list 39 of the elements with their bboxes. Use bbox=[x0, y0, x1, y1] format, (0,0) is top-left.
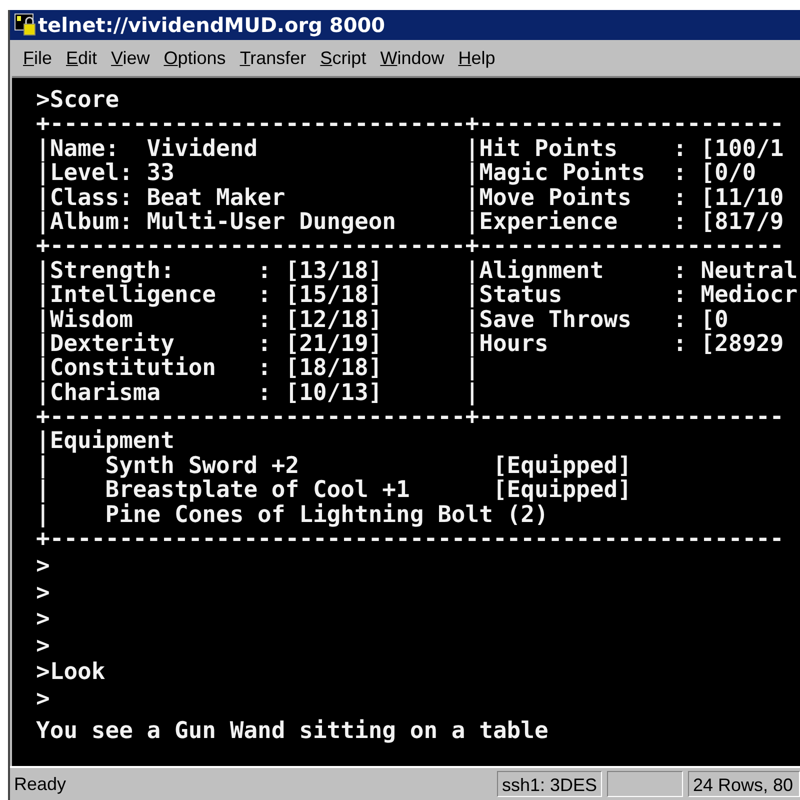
terminal-line: |Strength: : [13/18] |Alignment : Neutral bbox=[36, 258, 799, 284]
menu-item[interactable]: Transfer bbox=[232, 48, 314, 68]
terminal-line: +------------------------------+---------------------- bbox=[36, 405, 785, 430]
terminal-line: | Breastplate of Cool +1 [Equipped] bbox=[36, 478, 632, 503]
terminal-line: > bbox=[36, 632, 51, 660]
menu-item[interactable]: Edit bbox=[59, 48, 104, 68]
terminal-line: > bbox=[36, 553, 51, 580]
terminal-line: >Look bbox=[36, 659, 106, 686]
terminal-lock-icon bbox=[14, 13, 36, 37]
terminal-line: |Wisdom : [12/18] |Save Throws : [0 bbox=[36, 308, 730, 332]
terminal-line: | Synth Sword +2 [Equipped] bbox=[36, 454, 632, 478]
status-message: Ready bbox=[13, 773, 68, 796]
terminal-line: +------------------------------+---------------------- bbox=[36, 234, 785, 259]
menu-item[interactable]: File bbox=[16, 48, 60, 68]
terminal-line: > bbox=[36, 606, 51, 633]
terminal-line: |Dexterity : [21/19] |Hours : [28929 bbox=[36, 332, 785, 356]
terminal-size-status: 24 Rows, 80 bbox=[688, 771, 800, 797]
terminal-line: |Album: Multi-User Dungeon |Experience : [817/9 bbox=[36, 210, 785, 234]
terminal-line: |Class: Beat Maker |Move Points : [11/10 bbox=[36, 186, 785, 210]
menu-item[interactable]: Options bbox=[156, 48, 233, 68]
terminal-line: |Equipment bbox=[36, 429, 176, 454]
terminal-line: |Intelligence : [15/18] |Status : Mediocr bbox=[36, 283, 799, 308]
terminal-line: >Score bbox=[36, 88, 120, 112]
terminal-line: |Level: 33 |Magic Points : [0/0 bbox=[36, 161, 758, 186]
terminal-line: +----------------------------------------------------- bbox=[36, 527, 785, 552]
terminal-line: |Name: Vividend |Hit Points : [100/1 bbox=[36, 136, 785, 162]
menu-item[interactable]: View bbox=[104, 48, 157, 68]
terminal-line: |Constitution : [18/18] | bbox=[36, 356, 480, 381]
terminal-line: +------------------------------+---------------------- bbox=[36, 112, 785, 137]
window-title: telnet://vividendMUD.org 8000 bbox=[38, 13, 386, 37]
terminal-line: |Charisma : [10/13] | bbox=[36, 380, 480, 406]
cipher-status: ssh1: 3DES bbox=[496, 771, 602, 797]
terminal-line: > bbox=[36, 686, 51, 712]
menu-item[interactable]: Window bbox=[373, 48, 452, 68]
terminal-line: > bbox=[36, 580, 51, 606]
menu-item[interactable]: Script bbox=[313, 48, 374, 68]
menu-item[interactable]: Help bbox=[451, 48, 502, 68]
terminal-line: You see a Gun Wand sitting on a table bbox=[36, 718, 550, 745]
terminal-line: | Pine Cones of Lightning Bolt (2) bbox=[36, 502, 548, 528]
